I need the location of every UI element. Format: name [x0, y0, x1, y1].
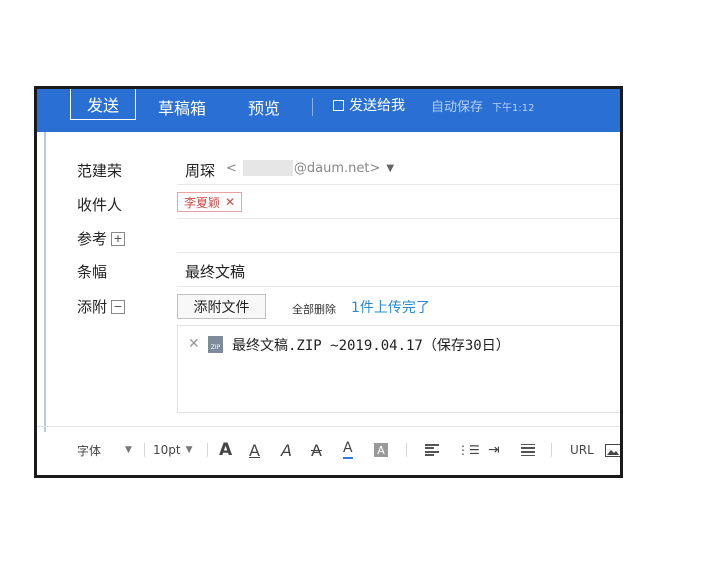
chevron-down-icon: ▼ — [185, 445, 193, 455]
drafts-button[interactable]: 草稿箱 — [158, 95, 206, 119]
toolbar-divider — [144, 443, 145, 457]
zip-file-icon: ZIP — [208, 336, 223, 353]
chevron-down-icon[interactable]: ▼ — [125, 435, 132, 465]
insert-link-button[interactable]: URL — [570, 435, 594, 465]
toolbar-divider — [312, 98, 313, 116]
font-size-label: 10pt — [153, 443, 181, 457]
close-icon[interactable]: ✕ — [188, 336, 200, 352]
font-color-icon[interactable]: A — [343, 439, 353, 459]
underline-icon[interactable]: A — [249, 435, 260, 465]
remove-recipient-icon[interactable]: ✕ — [225, 195, 235, 209]
from-label: 范建荣 — [77, 162, 123, 180]
toolbar-divider — [207, 443, 208, 457]
line-spacing-icon[interactable] — [521, 435, 535, 465]
recipient-tag[interactable]: 李夏颖 ✕ — [177, 192, 243, 212]
upload-status: 1件上传完了 — [351, 300, 430, 316]
align-left-icon[interactable] — [425, 435, 439, 465]
redacted-address — [242, 160, 293, 176]
row-divider — [177, 286, 620, 287]
collapse-attach-icon[interactable]: − — [111, 299, 126, 314]
background-color-icon[interactable]: A — [374, 443, 388, 457]
attach-file-button[interactable]: 添附文件 — [177, 294, 266, 319]
checkbox-icon[interactable] — [333, 99, 344, 111]
attach-label: 添附 − — [77, 296, 126, 317]
send-to-me-checkbox[interactable]: 发送给我 — [333, 95, 405, 115]
strikethrough-icon[interactable]: A — [311, 435, 322, 465]
attach-label-text: 添附 — [77, 298, 108, 316]
italic-icon[interactable]: A — [281, 435, 292, 465]
recipient-name: 李夏颖 — [184, 195, 221, 210]
numbered-list-icon[interactable]: ⋮☰ — [457, 435, 480, 465]
left-border — [44, 132, 46, 432]
insert-image-icon[interactable] — [605, 435, 620, 465]
row-divider — [177, 218, 620, 219]
compose-toolbar: 发送 草稿箱 预览 发送给我 自动保存 下午1:12 — [37, 89, 620, 132]
toolbar-divider — [551, 443, 552, 457]
attachment-list: ✕ ZIP 最终文稿.ZIP ~2019.04.17（保存30日） — [177, 325, 620, 413]
to-label: 收件人 — [77, 196, 123, 214]
editor-divider — [37, 426, 620, 427]
editor-toolbar: 字体 ▼ 10pt ▼ A A A A A A ⋮☰ ⇥ URL — [37, 435, 620, 465]
attachment-item[interactable]: 最终文稿.ZIP ~2019.04.17（保存30日） — [232, 335, 510, 355]
font-family-label: 字体 — [77, 443, 102, 458]
cc-label-text: 参考 — [77, 230, 108, 248]
sender-address[interactable]: < @daum.net> ▼ — [226, 160, 394, 176]
row-divider — [177, 184, 620, 185]
subject-label: 条幅 — [77, 263, 108, 281]
autosave-label: 自动保存 — [431, 100, 484, 115]
delete-all-button[interactable]: 全部删除 — [292, 301, 336, 317]
font-size-select[interactable]: 10pt ▼ — [153, 435, 193, 465]
mail-compose-window: 发送 草稿箱 预览 发送给我 自动保存 下午1:12 范建荣 周琛 < @dau… — [34, 86, 623, 478]
send-to-me-label: 发送给我 — [349, 98, 405, 114]
font-family-select[interactable]: 字体 — [77, 435, 101, 465]
bold-icon[interactable]: A — [219, 435, 232, 465]
chevron-down-icon[interactable]: ▼ — [386, 163, 394, 174]
preview-button[interactable]: 预览 — [248, 95, 280, 119]
toolbar-divider — [406, 443, 407, 457]
send-button[interactable]: 发送 — [70, 89, 136, 120]
expand-cc-icon[interactable]: + — [111, 231, 126, 246]
row-divider — [177, 252, 620, 253]
sender-name: 周琛 — [185, 162, 216, 180]
subject-input[interactable]: 最终文稿 — [185, 261, 245, 282]
autosave-time: 下午1:12 — [492, 103, 535, 114]
cc-label: 参考 + — [77, 228, 126, 249]
address-domain: @daum.net> — [293, 160, 381, 176]
indent-icon[interactable]: ⇥ — [488, 435, 500, 465]
address-open-bracket: < — [226, 160, 237, 176]
